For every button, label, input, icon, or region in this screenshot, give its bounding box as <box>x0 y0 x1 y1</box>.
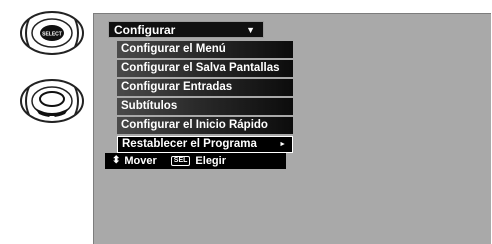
menu-item-label: Restablecer el Programa <box>122 138 257 150</box>
menu-item-configurar-menu[interactable]: Configurar el Menú <box>117 41 293 58</box>
menu-list: Configurar el Menú Configurar el Salva P… <box>117 41 293 155</box>
remote-down-diagram <box>19 78 85 124</box>
sel-key-icon: SEL <box>170 156 191 166</box>
menu-item-configurar-entradas[interactable]: Configurar Entradas <box>117 79 293 96</box>
menu-item-label: Configurar Entradas <box>121 81 233 93</box>
menu-item-restablecer-programa[interactable]: Restablecer el Programa ► <box>117 136 293 153</box>
updown-arrows-icon: ⬍ <box>112 155 121 166</box>
menu-item-salva-pantallas[interactable]: Configurar el Salva Pantallas <box>117 60 293 77</box>
menu-title: Configurar <box>114 23 176 37</box>
submenu-arrow-icon: ► <box>279 141 286 148</box>
instruction-figure: SELECT Configurar ▼ Configurar el Menú C… <box>0 0 492 244</box>
menu-item-label: Configurar el Inicio Rápido <box>121 119 268 131</box>
dropdown-arrow-icon: ▼ <box>246 25 255 35</box>
tv-screen: Configurar ▼ Configurar el Menú Configur… <box>93 13 491 244</box>
help-bar: ⬍ Mover SEL Elegir <box>105 153 286 169</box>
move-label: Mover <box>124 155 157 167</box>
select-label: Elegir <box>195 155 226 167</box>
menu-item-inicio-rapido[interactable]: Configurar el Inicio Rápido <box>117 117 293 134</box>
menu-item-label: Configurar el Menú <box>121 43 226 55</box>
menu-title-bar[interactable]: Configurar ▼ <box>108 21 264 38</box>
remote-select-diagram: SELECT <box>19 10 85 56</box>
remote-dpad-select-icon: SELECT <box>20 11 84 55</box>
menu-item-label: Subtítulos <box>121 100 178 112</box>
menu-item-label: Configurar el Salva Pantallas <box>121 62 280 74</box>
select-key-label: SELECT <box>42 32 62 38</box>
menu-item-subtitulos[interactable]: Subtítulos <box>117 98 293 115</box>
remote-dpad-down-icon <box>20 79 84 123</box>
